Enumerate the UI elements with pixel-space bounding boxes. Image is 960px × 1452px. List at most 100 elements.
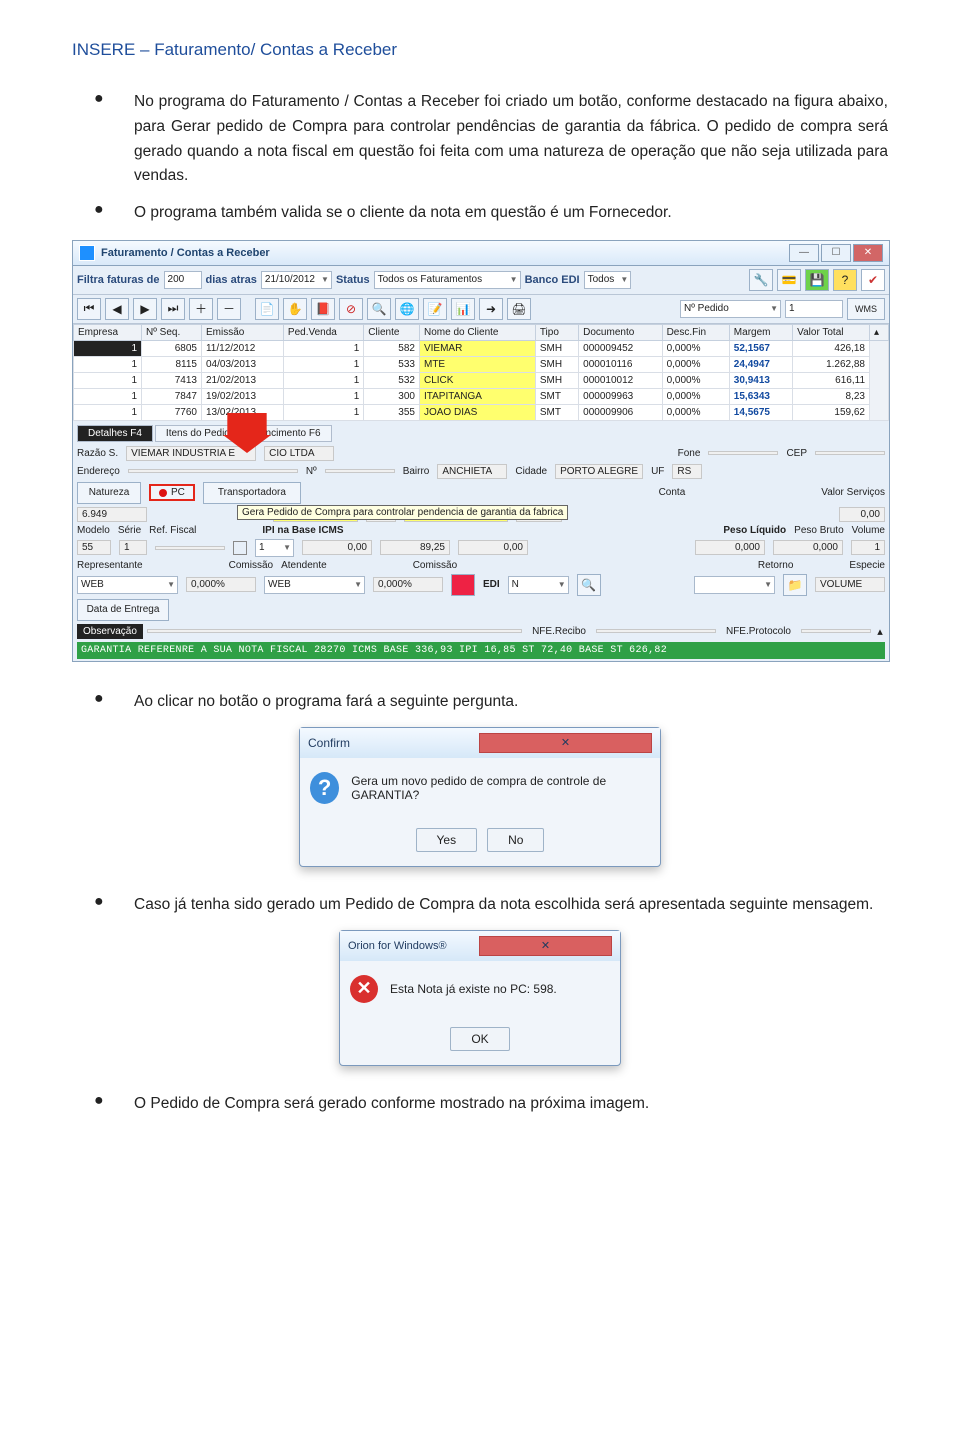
status-dropdown[interactable]: Todos os Faturamentos — [374, 271, 521, 289]
cell: SMH — [535, 340, 578, 356]
next-button[interactable]: ▶ — [133, 298, 157, 320]
val-3: 0,00 — [458, 540, 528, 555]
confirm-button[interactable]: ✔ — [861, 269, 885, 291]
cell: 0,000% — [662, 340, 729, 356]
cell: 0,000% — [662, 372, 729, 388]
col-total[interactable]: Valor Total — [793, 324, 870, 340]
val-2: 89,25 — [380, 540, 450, 555]
days-input[interactable]: 200 — [164, 271, 202, 289]
natureza-button[interactable]: Natureza — [77, 482, 141, 504]
prev-button[interactable]: ◀ — [105, 298, 129, 320]
info-message: Esta Nota já existe no PC: 598. — [390, 982, 557, 996]
cidade-field: PORTO ALEGRE — [555, 464, 643, 479]
modelo-field: 55 — [77, 540, 111, 555]
pedido-label-dropdown[interactable]: Nº Pedido — [680, 300, 781, 318]
note-button[interactable]: 📝 — [423, 298, 447, 320]
yes-button[interactable]: Yes — [416, 828, 478, 852]
bairro-field: ANCHIETA — [437, 464, 507, 479]
col-tipo[interactable]: Tipo — [535, 324, 578, 340]
print-button[interactable]: 🖨 — [507, 298, 531, 320]
globe-button[interactable]: 🌐 — [395, 298, 419, 320]
scroll-up-icon[interactable]: ▴ — [875, 625, 885, 638]
comissao2-field: 0,000% — [373, 577, 443, 592]
bullet-icon: ● — [94, 893, 134, 918]
date-dropdown[interactable]: 21/10/2012 — [261, 271, 332, 289]
paragraph-3: Ao clicar no botão o programa fará a seg… — [134, 690, 888, 715]
ok-button[interactable]: OK — [450, 1027, 509, 1051]
search-button[interactable]: 🔍 — [367, 298, 391, 320]
ipi-n-dropdown[interactable]: 1 — [255, 539, 294, 557]
cell: 000009452 — [579, 340, 662, 356]
col-desc[interactable]: Desc.Fin — [662, 324, 729, 340]
col-doc[interactable]: Documento — [579, 324, 662, 340]
edi-dropdown[interactable]: N — [508, 576, 569, 594]
table-row[interactable]: 1 7847 19/02/2013 1 300 ITAPITANGA SMT 0… — [74, 388, 889, 404]
close-button[interactable]: ✕ — [853, 244, 883, 262]
col-nome[interactable]: Nome do Cliente — [419, 324, 535, 340]
add-button[interactable]: ＋ — [189, 298, 213, 320]
first-button[interactable]: ⏮ — [77, 298, 101, 320]
cell: 15,6343 — [729, 388, 792, 404]
edi-icon[interactable] — [451, 574, 475, 596]
cidade-label: Cidade — [515, 466, 547, 477]
representante-dropdown[interactable]: WEB — [77, 576, 178, 594]
banco-dropdown[interactable]: Todos — [584, 271, 632, 289]
retorno-dropdown[interactable] — [694, 576, 775, 594]
hand-button[interactable]: ✋ — [283, 298, 307, 320]
valor-servicos-label: Valor Serviços — [821, 487, 885, 498]
table-row[interactable]: 1 7413 21/02/2013 1 532 CLICK SMH 000010… — [74, 372, 889, 388]
transportadora-button[interactable]: Transportadora — [203, 482, 301, 504]
confirm-title: Confirm — [308, 736, 479, 750]
send-button[interactable]: ➜ — [479, 298, 503, 320]
table-row[interactable]: 1 6805 11/12/2012 1 582 VIEMAR SMH 00000… — [74, 340, 889, 356]
col-cliente[interactable]: Cliente — [364, 324, 420, 340]
col-pedvenda[interactable]: Ped.Venda — [283, 324, 363, 340]
dialog-close-button[interactable]: ✕ — [479, 733, 652, 753]
observacao-label: Observação — [77, 624, 143, 639]
cell: JOAO DIAS — [419, 404, 535, 420]
data-grid[interactable]: Empresa Nº Seq. Emissão Ped.Venda Client… — [73, 324, 889, 421]
help-button[interactable]: ? — [833, 269, 857, 291]
bullet-icon: ● — [94, 690, 134, 715]
table-row[interactable]: 1 8115 04/03/2013 1 533 MTE SMH 00001011… — [74, 356, 889, 372]
col-seq[interactable]: Nº Seq. — [142, 324, 202, 340]
retorno-lookup-button[interactable]: 📁 — [783, 574, 807, 596]
chart-button[interactable]: 📊 — [451, 298, 475, 320]
minimize-button[interactable]: — — [789, 244, 819, 262]
pedido-input[interactable]: 1 — [785, 300, 843, 318]
nfe-recibo-label: NFE.Recibo — [526, 624, 592, 639]
col-emissao[interactable]: Emissão — [201, 324, 283, 340]
book-button[interactable]: 📕 — [311, 298, 335, 320]
remove-button[interactable]: － — [217, 298, 241, 320]
dialog-close-button[interactable]: ✕ — [479, 936, 612, 956]
table-row[interactable]: 1 7760 13/02/2013 1 355 JOAO DIAS SMT 00… — [74, 404, 889, 420]
cell: MTE — [419, 356, 535, 372]
cell: 14,5675 — [729, 404, 792, 420]
num-field — [325, 469, 395, 473]
col-empresa[interactable]: Empresa — [74, 324, 142, 340]
scrollbar[interactable] — [870, 340, 889, 420]
ipi-checkbox[interactable] — [233, 541, 247, 555]
stop-button[interactable]: ⊘ — [339, 298, 363, 320]
col-margem[interactable]: Margem — [729, 324, 792, 340]
pc-button[interactable]: PC — [149, 484, 195, 501]
card-button[interactable]: 💳 — [777, 269, 801, 291]
edi-lookup-button[interactable]: 🔍 — [577, 574, 601, 596]
tab-detalhes[interactable]: Detalhes F4 — [77, 425, 153, 442]
app-window: Faturamento / Contas a Receber — ☐ ✕ Fil… — [72, 240, 890, 662]
window-titlebar: Faturamento / Contas a Receber — ☐ ✕ — [73, 241, 889, 266]
atendente-dropdown[interactable]: WEB — [264, 576, 365, 594]
wms-button[interactable]: WMS — [847, 298, 885, 320]
data-entrega-button[interactable]: Data de Entrega — [77, 599, 169, 621]
bullet-icon: ● — [94, 90, 134, 189]
save-button[interactable]: 💾 — [805, 269, 829, 291]
cell: 1 — [283, 356, 363, 372]
tool-button[interactable]: 🔧 — [749, 269, 773, 291]
razao-field-2: CIO LTDA — [264, 446, 334, 461]
doc-button[interactable]: 📄 — [255, 298, 279, 320]
last-button[interactable]: ⏭ — [161, 298, 185, 320]
cell: 1 — [74, 356, 142, 372]
maximize-button[interactable]: ☐ — [821, 244, 851, 262]
uf-field: RS — [672, 464, 702, 479]
no-button[interactable]: No — [487, 828, 544, 852]
